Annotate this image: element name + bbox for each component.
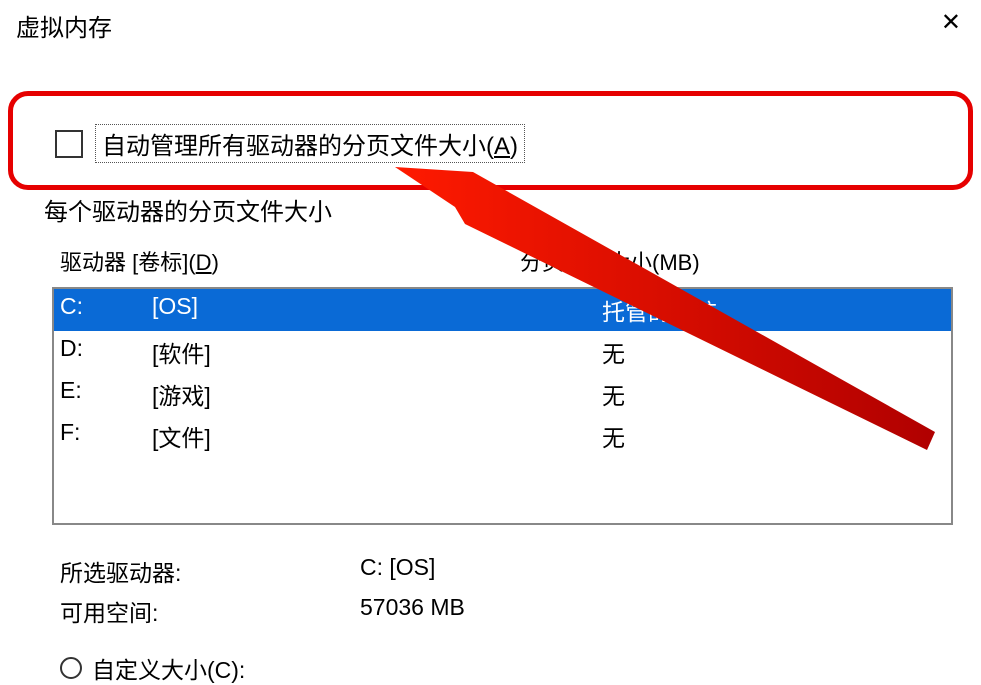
auto-manage-label[interactable]: 自动管理所有驱动器的分页文件大小(A) [95, 124, 525, 163]
list-item[interactable]: F: [文件] 无 [54, 415, 951, 457]
free-space-label: 可用空间: [60, 594, 360, 628]
close-icon[interactable]: ✕ [937, 8, 965, 37]
drive-size: 无 [602, 377, 625, 411]
column-drive-header: 驱动器 [卷标](D) [60, 245, 520, 277]
selected-drive-info: 所选驱动器: C: [OS] 可用空间: 57036 MB [0, 525, 981, 637]
drive-label: [游戏] [152, 377, 602, 411]
selected-drive-value: C: [OS] [360, 554, 435, 588]
columns-header: 驱动器 [卷标](D) 分页文件大小(MB) [0, 227, 981, 287]
drive-label: [OS] [152, 293, 602, 327]
section-header: 每个驱动器的分页文件大小 [0, 188, 981, 227]
auto-manage-highlight: 自动管理所有驱动器的分页文件大小(A) [8, 91, 973, 190]
custom-size-label: 自定义大小(C): [92, 651, 245, 685]
column-size-header: 分页文件大小(MB) [520, 245, 700, 277]
titlebar: 虚拟内存 ✕ [0, 0, 981, 51]
drive-letter: D: [60, 335, 152, 369]
custom-size-radio[interactable] [60, 657, 82, 679]
drives-listbox[interactable]: C: [OS] 托管的系统 D: [软件] 无 E: [游戏] 无 F: [文件… [52, 287, 953, 525]
drive-size: 无 [602, 335, 625, 369]
list-item[interactable]: E: [游戏] 无 [54, 373, 951, 415]
drive-size: 托管的系统 [602, 293, 717, 327]
drive-letter: E: [60, 377, 152, 411]
drive-letter: C: [60, 293, 152, 327]
drive-letter: F: [60, 419, 152, 453]
drive-label: [文件] [152, 419, 602, 453]
window-title: 虚拟内存 [16, 8, 112, 43]
selected-drive-label: 所选驱动器: [60, 554, 360, 588]
list-item[interactable]: D: [软件] 无 [54, 331, 951, 373]
drive-label: [软件] [152, 335, 602, 369]
custom-size-row[interactable]: 自定义大小(C): [0, 637, 981, 685]
auto-manage-checkbox[interactable] [55, 130, 83, 158]
list-item[interactable]: C: [OS] 托管的系统 [54, 289, 951, 331]
free-space-value: 57036 MB [360, 594, 465, 628]
drive-size: 无 [602, 419, 625, 453]
